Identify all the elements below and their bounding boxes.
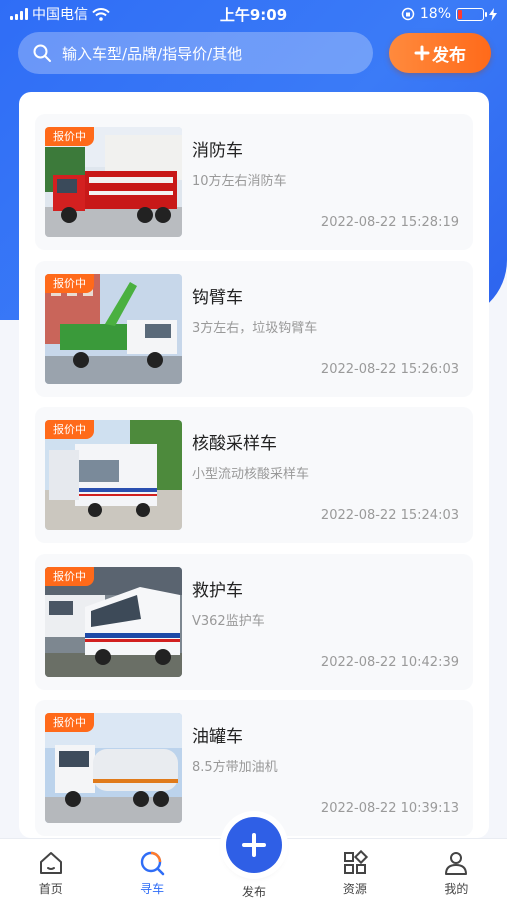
battery-icon [456, 7, 487, 21]
home-icon [39, 852, 62, 874]
ambulance-photo: 报价中 [45, 566, 182, 677]
plus-icon [242, 833, 266, 857]
sampling-vehicle-photo: 报价中 [45, 420, 182, 530]
hook-arm-truck-photo: 报价中 [45, 273, 182, 384]
listing-title: 救护车 [192, 580, 243, 601]
status-badge: 报价中 [45, 566, 94, 586]
list-item[interactable]: 报价中 救护车 V362监护车 2022-08-22 10:42:39 [35, 553, 473, 690]
publish-label: 发布 [432, 45, 466, 66]
tab-profile[interactable]: 我的 [406, 839, 507, 900]
listing-title: 钩臂车 [192, 287, 243, 308]
listing-timestamp: 2022-08-22 15:26:03 [320, 361, 459, 377]
grid-icon [343, 849, 368, 874]
status-badge: 报价中 [45, 127, 94, 146]
list-item[interactable]: 报价中 消防车 10方左右消防车 2022-08-22 15:28:19 [35, 114, 473, 250]
tab-label: 寻车 [140, 882, 165, 896]
tab-search-car[interactable]: 寻车 [101, 839, 202, 900]
listing-description: 8.5方带加油机 [192, 760, 278, 775]
tab-home[interactable]: 首页 [0, 839, 101, 900]
search-placeholder: 输入车型/品牌/指导价/其他 [62, 44, 243, 63]
search-input[interactable]: 输入车型/品牌/指导价/其他 [18, 32, 373, 74]
listing-title: 核酸采样车 [192, 434, 277, 454]
battery-percent: 18% [419, 6, 451, 22]
orientation-lock-icon [401, 7, 415, 21]
list-item[interactable]: 报价中 油罐车 8.5方带加油机 2022-08-22 10:39:13 [35, 700, 473, 836]
plus-icon [414, 45, 430, 61]
listing-description: 3方左右，垃圾钩臂车 [192, 320, 318, 336]
tab-label-publish: 发布 [241, 885, 266, 899]
publish-button[interactable]: 发布 [389, 33, 491, 73]
list-item[interactable]: 报价中 核酸采样车 小型流动核酸采样车 2022-08-22 15:24:03 [35, 407, 473, 543]
listing-title: 消防车 [192, 141, 243, 161]
signal-icon [10, 8, 28, 20]
listing-description: 小型流动核酸采样车 [192, 467, 310, 482]
status-badge: 报价中 [45, 713, 94, 732]
listing-timestamp: 2022-08-22 10:42:39 [320, 654, 459, 670]
tab-label: 首页 [38, 882, 63, 896]
listing-timestamp: 2022-08-22 15:24:03 [320, 508, 459, 523]
list-item[interactable]: 报价中 钩臂车 3方左右，垃圾钩臂车 2022-08-22 15:26:03 [35, 260, 473, 397]
listing-title: 油罐车 [192, 727, 243, 747]
listing-list: 报价中 消防车 10方左右消防车 2022-08-22 15:28:19 报价中… [19, 92, 489, 838]
user-icon [445, 852, 468, 875]
status-bar: 中国电信 上午9:09 18% [0, 0, 507, 28]
charging-icon [489, 7, 497, 21]
carrier-name: 中国电信 [32, 7, 88, 23]
status-badge: 报价中 [45, 420, 94, 439]
wifi-icon [92, 7, 110, 21]
search-car-icon [140, 851, 165, 876]
tab-resources[interactable]: 资源 [304, 839, 405, 900]
listing-description: V362监护车 [192, 613, 265, 629]
publish-fab-button[interactable] [226, 817, 282, 873]
listing-timestamp: 2022-08-22 10:39:13 [320, 801, 459, 816]
fire-truck-photo: 报价中 [45, 127, 182, 237]
tanker-truck-photo: 报价中 [45, 713, 182, 823]
listing-description: 10方左右消防车 [192, 174, 287, 189]
search-icon [33, 44, 51, 62]
tab-label: 资源 [342, 882, 367, 896]
tab-label: 我的 [444, 882, 469, 896]
status-badge: 报价中 [45, 273, 94, 293]
listing-timestamp: 2022-08-22 15:28:19 [320, 215, 459, 230]
